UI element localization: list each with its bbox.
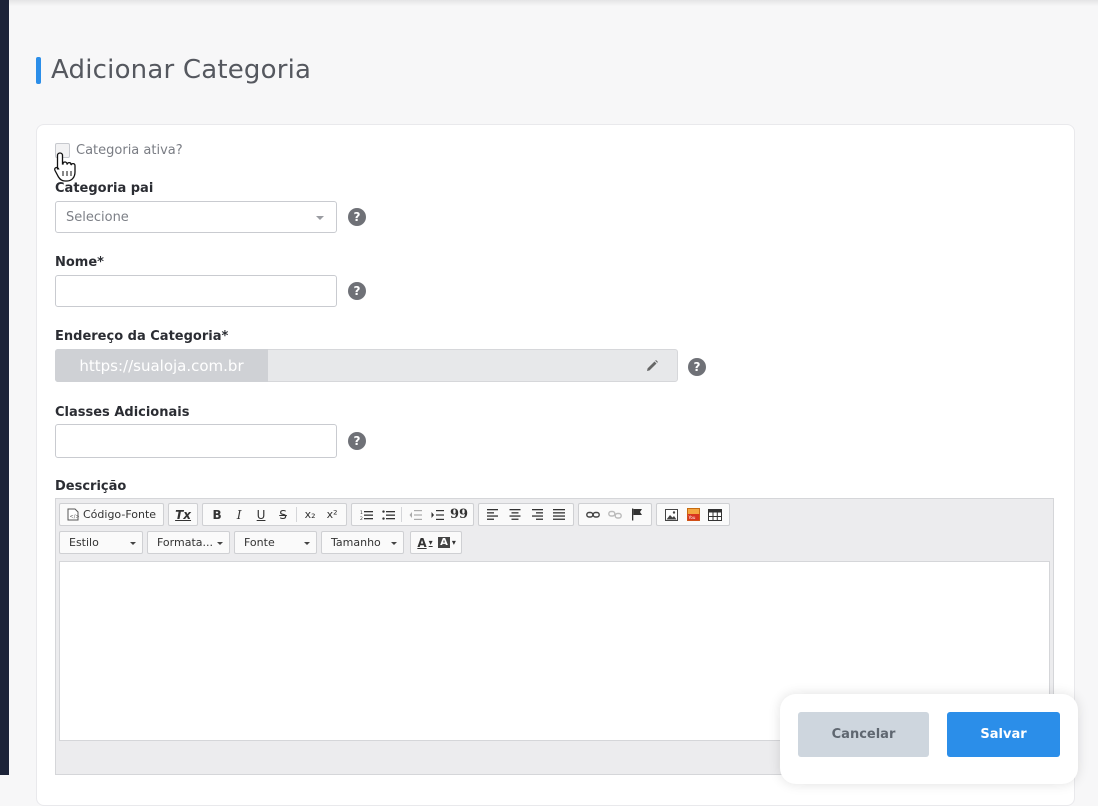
pencil-icon[interactable] bbox=[645, 359, 659, 373]
address-field[interactable]: https://sualoja.com.br bbox=[55, 349, 678, 382]
toolbar-separator bbox=[401, 507, 403, 522]
toolbar-group-media: You bbox=[656, 503, 731, 526]
toolbar-group-clear: Tx bbox=[168, 503, 199, 526]
title-accent-bar bbox=[36, 56, 41, 84]
bold-button[interactable]: B bbox=[206, 505, 228, 524]
align-center-icon[interactable] bbox=[504, 505, 526, 524]
align-justify-icon[interactable] bbox=[548, 505, 570, 524]
svg-text:You: You bbox=[687, 515, 695, 520]
chevron-down-icon: ▾ bbox=[428, 538, 433, 547]
toolbar-group-source: </> Código-Fonte bbox=[59, 503, 165, 526]
chevron-down-icon bbox=[130, 542, 136, 545]
classes-input[interactable] bbox=[55, 424, 337, 458]
indent-icon[interactable] bbox=[426, 505, 448, 524]
subscript-button[interactable]: x₂ bbox=[299, 505, 321, 524]
address-prefix: https://sualoja.com.br bbox=[55, 349, 268, 382]
header-shadow bbox=[9, 0, 1098, 6]
outdent-icon[interactable] bbox=[404, 505, 426, 524]
hand-cursor-icon bbox=[52, 151, 78, 183]
text-color-button[interactable]: A ▾ bbox=[414, 533, 436, 552]
text-color-label: A bbox=[417, 535, 427, 550]
font-dropdown[interactable]: Fonte bbox=[234, 531, 317, 554]
source-icon: </> bbox=[67, 508, 79, 521]
parent-category-select[interactable]: Selecione bbox=[55, 201, 337, 233]
blockquote-button[interactable]: 99 bbox=[448, 505, 470, 524]
anchor-flag-icon[interactable] bbox=[626, 505, 648, 524]
toolbar-group-lists: 12 99 bbox=[351, 503, 475, 526]
font-dropdown-label: Fonte bbox=[244, 536, 275, 549]
name-label: Nome* bbox=[55, 255, 104, 270]
table-icon[interactable] bbox=[704, 505, 726, 524]
remove-format-button[interactable]: Tx bbox=[172, 505, 194, 524]
bullet-list-icon[interactable] bbox=[377, 505, 399, 524]
name-input[interactable] bbox=[55, 275, 337, 307]
chevron-down-icon bbox=[217, 542, 223, 545]
size-dropdown[interactable]: Tamanho bbox=[321, 531, 404, 554]
style-dropdown[interactable]: Estilo bbox=[59, 531, 143, 554]
toolbar-group-links bbox=[578, 503, 653, 526]
help-icon[interactable]: ? bbox=[348, 208, 366, 226]
active-checkbox-label: Categoria ativa? bbox=[76, 143, 183, 158]
italic-button[interactable]: I bbox=[228, 505, 250, 524]
cancel-button[interactable]: Cancelar bbox=[798, 712, 929, 757]
toolbar-group-colors: A ▾ A ▾ bbox=[410, 531, 462, 554]
style-dropdown-label: Estilo bbox=[69, 536, 99, 549]
toolbar-separator bbox=[296, 507, 298, 522]
bg-color-button[interactable]: A ▾ bbox=[436, 533, 458, 552]
page-title: Adicionar Categoria bbox=[36, 55, 311, 85]
source-button-label: Código-Fonte bbox=[83, 508, 157, 521]
video-icon[interactable]: You bbox=[682, 505, 704, 524]
numbered-list-icon[interactable]: 12 bbox=[355, 505, 377, 524]
classes-label: Classes Adicionais bbox=[55, 405, 190, 420]
source-button[interactable]: </> Código-Fonte bbox=[63, 505, 160, 524]
sidebar-edge bbox=[0, 0, 9, 775]
toolbar-group-basic: B I U S x₂ x² bbox=[202, 503, 348, 526]
format-dropdown[interactable]: Formata... bbox=[147, 531, 230, 554]
parent-category-label: Categoria pai bbox=[55, 181, 154, 196]
size-dropdown-label: Tamanho bbox=[331, 536, 381, 549]
page-title-text: Adicionar Categoria bbox=[51, 55, 312, 85]
parent-category-value: Selecione bbox=[66, 209, 129, 225]
svg-text:</>: </> bbox=[70, 514, 80, 520]
svg-text:1: 1 bbox=[360, 510, 363, 516]
image-icon[interactable] bbox=[660, 505, 682, 524]
editor-toolbar-row-1: </> Código-Fonte Tx B I U S x₂ x² 12 99 … bbox=[59, 503, 731, 526]
unlink-icon[interactable] bbox=[604, 505, 626, 524]
underline-button[interactable]: U bbox=[250, 505, 272, 524]
align-left-icon[interactable] bbox=[482, 505, 504, 524]
chevron-down-icon bbox=[304, 542, 310, 545]
help-icon[interactable]: ? bbox=[348, 282, 366, 300]
bg-color-label: A bbox=[438, 537, 450, 548]
chevron-down-icon bbox=[391, 542, 397, 545]
format-dropdown-label: Formata... bbox=[157, 536, 213, 549]
action-footer: Cancelar Salvar bbox=[780, 694, 1078, 784]
svg-text:2: 2 bbox=[360, 516, 363, 521]
align-right-icon[interactable] bbox=[526, 505, 548, 524]
help-icon[interactable]: ? bbox=[348, 432, 366, 450]
chevron-down-icon bbox=[316, 216, 324, 220]
link-icon[interactable] bbox=[582, 505, 604, 524]
editor-toolbar-row-2: Estilo Formata... Fonte Tamanho A ▾ A ▾ bbox=[59, 531, 462, 554]
address-label: Endereço da Categoria* bbox=[55, 329, 229, 344]
description-label: Descrição bbox=[55, 479, 127, 494]
strike-button[interactable]: S bbox=[272, 505, 294, 524]
save-button[interactable]: Salvar bbox=[947, 712, 1060, 757]
chevron-down-icon: ▾ bbox=[451, 538, 456, 547]
toolbar-group-align bbox=[478, 503, 575, 526]
help-icon[interactable]: ? bbox=[688, 358, 706, 376]
superscript-button[interactable]: x² bbox=[321, 505, 343, 524]
